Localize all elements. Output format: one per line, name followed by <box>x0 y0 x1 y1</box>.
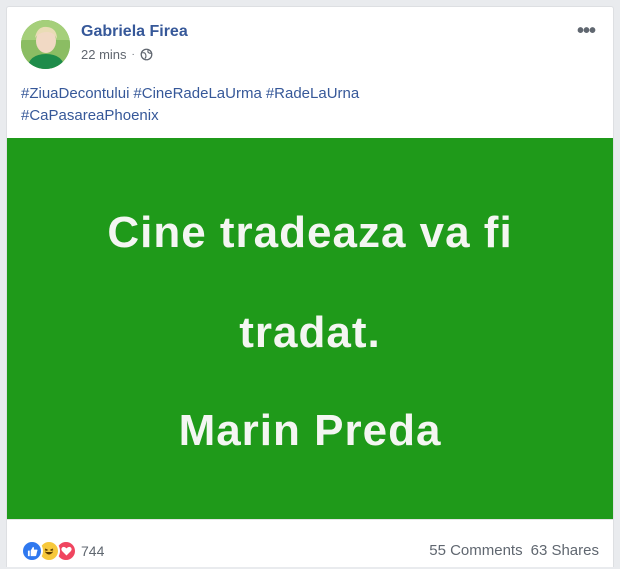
post-header: Gabriela Firea 22 mins · ••• <box>21 20 601 70</box>
reaction-count: 744 <box>81 543 105 559</box>
quote-line: Cine tradeaza va fi <box>107 208 513 257</box>
reactions-summary[interactable]: 744 <box>21 540 104 562</box>
shares-link[interactable]: 63 Shares <box>531 542 599 559</box>
author-name[interactable]: Gabriela Firea <box>81 23 188 41</box>
post-time[interactable]: 22 mins <box>81 47 127 62</box>
like-icon <box>21 540 43 562</box>
hashtag-link[interactable]: #CaPasareaPhoenix <box>21 107 159 124</box>
globe-icon[interactable] <box>140 48 153 61</box>
hashtag-link[interactable]: #RadeLaUrna <box>266 85 359 102</box>
separator-dot: · <box>131 49 135 60</box>
hashtag-link[interactable]: #ZiuaDecontului <box>21 85 129 102</box>
quote-line: tradat. <box>239 308 381 357</box>
comments-link[interactable]: 55 Comments <box>429 542 522 559</box>
quote-author: Marin Preda <box>178 406 442 455</box>
post-image[interactable]: Cine tradeaza va fi tradat. Marin Preda <box>7 138 613 519</box>
hashtag-link[interactable]: #CineRadeLaUrma <box>133 85 261 102</box>
post-footer: 744 55 Comments 63 Shares <box>7 519 613 569</box>
post-text: #ZiuaDecontului #CineRadeLaUrma #RadeLaUrn… <box>21 83 581 127</box>
engagement-stats: 55 Comments 63 Shares <box>429 542 599 559</box>
more-options-icon[interactable]: ••• <box>577 21 596 41</box>
avatar-photo-icon <box>21 20 70 69</box>
post-meta: 22 mins · <box>81 47 153 62</box>
post-card: Gabriela Firea 22 mins · ••• #ZiuaDecont… <box>6 6 614 567</box>
avatar[interactable] <box>21 20 70 69</box>
